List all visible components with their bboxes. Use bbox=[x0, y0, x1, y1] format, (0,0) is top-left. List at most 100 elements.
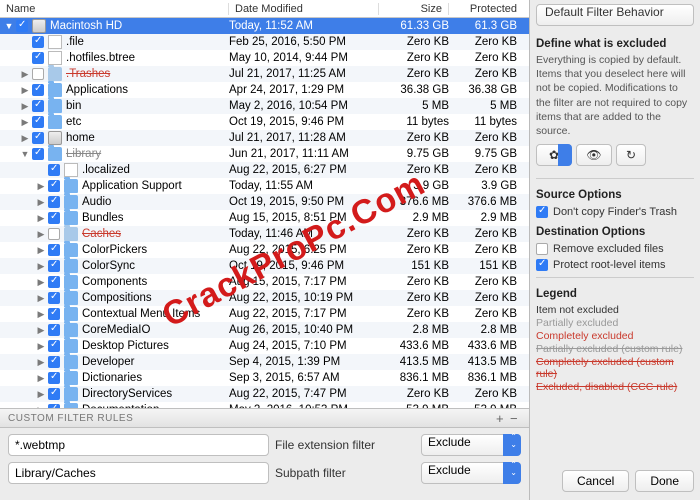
disclosure-arrow-icon[interactable]: ▶ bbox=[36, 245, 46, 256]
table-row[interactable]: ▶DeveloperSep 4, 2015, 1:39 PM413.5 MB41… bbox=[0, 354, 529, 370]
rule-pattern-input[interactable] bbox=[8, 462, 269, 484]
disclosure-arrow-icon[interactable]: ▶ bbox=[36, 181, 46, 192]
include-checkbox[interactable] bbox=[48, 340, 60, 352]
table-row[interactable]: ▶Desktop PicturesAug 24, 2015, 7:10 PM43… bbox=[0, 338, 529, 354]
include-checkbox[interactable] bbox=[48, 276, 60, 288]
include-checkbox[interactable] bbox=[48, 292, 60, 304]
disclosure-arrow-icon[interactable]: ▶ bbox=[20, 85, 30, 96]
refresh-icon[interactable]: ↻ bbox=[616, 144, 646, 166]
disclosure-arrow-icon[interactable]: ▶ bbox=[20, 69, 30, 80]
item-protected: Zero KB bbox=[449, 244, 529, 256]
disclosure-arrow-icon[interactable]: ▼ bbox=[4, 21, 14, 31]
plus-icon[interactable]: + bbox=[493, 411, 507, 426]
table-row[interactable]: ▶ApplicationsApr 24, 2017, 1:29 PM36.38 … bbox=[0, 82, 529, 98]
disclosure-arrow-icon[interactable]: ▼ bbox=[20, 149, 30, 159]
col-name[interactable]: Name bbox=[0, 3, 229, 15]
item-date: Aug 22, 2015, 7:17 PM bbox=[229, 308, 379, 320]
dont-copy-trash-checkbox[interactable] bbox=[536, 206, 548, 218]
rule-pattern-input[interactable] bbox=[8, 434, 269, 456]
table-row[interactable]: ▶ColorSyncOct 19, 2015, 9:46 PM151 KB151… bbox=[0, 258, 529, 274]
include-checkbox[interactable] bbox=[48, 260, 60, 272]
gear-icon[interactable]: ✿ bbox=[536, 144, 572, 166]
item-protected: Zero KB bbox=[449, 388, 529, 400]
disclosure-arrow-icon[interactable]: ▶ bbox=[36, 277, 46, 288]
table-row[interactable]: ▶etcOct 19, 2015, 9:46 PM11 bytes11 byte… bbox=[0, 114, 529, 130]
disclosure-arrow-icon[interactable]: ▶ bbox=[36, 229, 46, 240]
table-row[interactable]: ▶.TrashesJul 21, 2017, 11:25 AMZero KBZe… bbox=[0, 66, 529, 82]
include-checkbox[interactable] bbox=[48, 244, 60, 256]
remove-excluded-checkbox[interactable] bbox=[536, 243, 548, 255]
table-row[interactable]: ▶DictionariesSep 3, 2015, 6:57 AM836.1 M… bbox=[0, 370, 529, 386]
include-checkbox[interactable] bbox=[48, 196, 60, 208]
disclosure-arrow-icon[interactable]: ▶ bbox=[36, 293, 46, 304]
table-row[interactable]: ▶BundlesAug 15, 2015, 8:51 PM2.9 MB2.9 M… bbox=[0, 210, 529, 226]
minus-icon[interactable]: − bbox=[507, 411, 521, 426]
done-button[interactable]: Done bbox=[635, 470, 694, 492]
col-size[interactable]: Size bbox=[379, 3, 449, 15]
table-row[interactable]: ▶Contextual Menu ItemsAug 22, 2015, 7:17… bbox=[0, 306, 529, 322]
include-checkbox[interactable] bbox=[48, 180, 60, 192]
disclosure-arrow-icon[interactable]: ▶ bbox=[36, 357, 46, 368]
include-checkbox[interactable] bbox=[32, 100, 44, 112]
include-checkbox[interactable] bbox=[48, 324, 60, 336]
cancel-button[interactable]: Cancel bbox=[562, 470, 629, 492]
include-checkbox[interactable] bbox=[48, 404, 60, 408]
disclosure-arrow-icon[interactable]: ▶ bbox=[20, 101, 30, 112]
table-row[interactable]: ▶CachesToday, 11:46 AMZero KBZero KB bbox=[0, 226, 529, 242]
col-protected[interactable]: Protected bbox=[449, 3, 529, 15]
disclosure-arrow-icon[interactable]: ▶ bbox=[36, 213, 46, 224]
table-row[interactable]: ▶binMay 2, 2016, 10:54 PM5 MB5 MB bbox=[0, 98, 529, 114]
filter-behavior-select[interactable]: Default Filter Behavior bbox=[536, 4, 694, 26]
table-row[interactable]: ▼Macintosh HDToday, 11:52 AM61.33 GB61.3… bbox=[0, 18, 529, 34]
disclosure-arrow-icon[interactable]: ▶ bbox=[36, 341, 46, 352]
disclosure-arrow-icon[interactable]: ▶ bbox=[36, 373, 46, 384]
include-checkbox[interactable] bbox=[48, 228, 60, 240]
disclosure-arrow-icon[interactable]: ▶ bbox=[20, 117, 30, 128]
eye-icon[interactable]: 👁 bbox=[576, 144, 612, 166]
include-checkbox[interactable] bbox=[16, 20, 28, 32]
table-row[interactable]: .hotfiles.btreeMay 10, 2014, 9:44 PMZero… bbox=[0, 50, 529, 66]
disclosure-arrow-icon[interactable]: ▶ bbox=[36, 197, 46, 208]
table-row[interactable]: ▶homeJul 21, 2017, 11:28 AMZero KBZero K… bbox=[0, 130, 529, 146]
include-checkbox[interactable] bbox=[48, 212, 60, 224]
disclosure-arrow-icon[interactable]: ▶ bbox=[36, 325, 46, 336]
include-checkbox[interactable] bbox=[48, 388, 60, 400]
include-checkbox[interactable] bbox=[32, 116, 44, 128]
include-checkbox[interactable] bbox=[32, 132, 44, 144]
protect-root-checkbox[interactable] bbox=[536, 259, 548, 271]
table-row[interactable]: ▶Application SupportToday, 11:55 AM3.9 G… bbox=[0, 178, 529, 194]
rule-action-select[interactable]: Exclude bbox=[421, 462, 521, 484]
source-options-title: Source Options bbox=[536, 189, 694, 201]
include-checkbox[interactable] bbox=[48, 308, 60, 320]
table-row[interactable]: ▼LibraryJun 21, 2017, 11:11 AM9.75 GB9.7… bbox=[0, 146, 529, 162]
include-checkbox[interactable] bbox=[32, 36, 44, 48]
table-row[interactable]: ▶ComponentsAug 15, 2015, 7:17 PMZero KBZ… bbox=[0, 274, 529, 290]
item-protected: 151 KB bbox=[449, 260, 529, 272]
col-date[interactable]: Date Modified bbox=[229, 3, 379, 15]
disclosure-arrow-icon[interactable]: ▶ bbox=[36, 261, 46, 272]
include-checkbox[interactable] bbox=[32, 148, 44, 160]
rule-action-select[interactable]: Exclude bbox=[421, 434, 521, 456]
folder-icon bbox=[48, 115, 62, 129]
table-row[interactable]: .localizedAug 22, 2015, 6:27 PMZero KBZe… bbox=[0, 162, 529, 178]
include-checkbox[interactable] bbox=[32, 68, 44, 80]
disclosure-arrow-icon[interactable]: ▶ bbox=[36, 389, 46, 400]
table-row[interactable]: ▶ColorPickersAug 22, 2015, 6:25 PMZero K… bbox=[0, 242, 529, 258]
include-checkbox[interactable] bbox=[48, 372, 60, 384]
include-checkbox[interactable] bbox=[48, 356, 60, 368]
disclosure-arrow-icon[interactable]: ▶ bbox=[36, 309, 46, 320]
include-checkbox[interactable] bbox=[32, 52, 44, 64]
item-date: Jun 21, 2017, 11:11 AM bbox=[229, 148, 379, 160]
table-row[interactable]: .fileFeb 25, 2016, 5:50 PMZero KBZero KB bbox=[0, 34, 529, 50]
include-checkbox[interactable] bbox=[48, 164, 60, 176]
table-row[interactable]: ▶CompositionsAug 22, 2015, 10:19 PMZero … bbox=[0, 290, 529, 306]
drive-icon bbox=[48, 131, 62, 145]
table-row[interactable]: ▶AudioOct 19, 2015, 9:50 PM376.6 MB376.6… bbox=[0, 194, 529, 210]
item-size: 836.1 MB bbox=[379, 372, 449, 384]
file-tree[interactable]: ▼Macintosh HDToday, 11:52 AM61.33 GB61.3… bbox=[0, 18, 529, 408]
table-row[interactable]: ▶DirectoryServicesAug 22, 2015, 7:47 PMZ… bbox=[0, 386, 529, 402]
include-checkbox[interactable] bbox=[32, 84, 44, 96]
table-row[interactable]: ▶CoreMediaIOAug 26, 2015, 10:40 PM2.8 MB… bbox=[0, 322, 529, 338]
disclosure-arrow-icon[interactable]: ▶ bbox=[20, 133, 30, 144]
item-date: Aug 22, 2015, 6:25 PM bbox=[229, 244, 379, 256]
